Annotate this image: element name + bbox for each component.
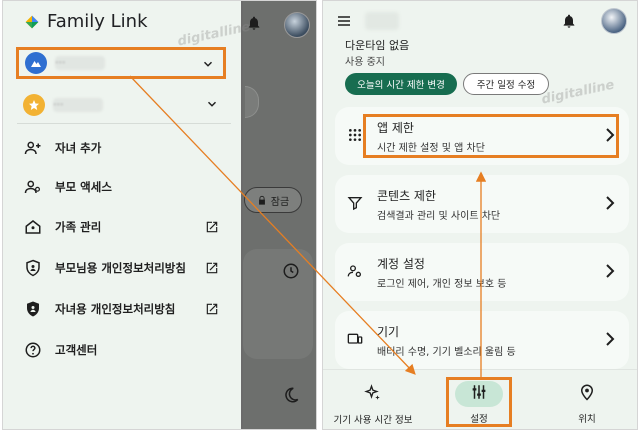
card-title: 기기 bbox=[377, 325, 400, 339]
card-subtitle: 로그인 제어, 개인 정보 보호 등 bbox=[377, 279, 507, 290]
chevron-right-icon bbox=[606, 264, 615, 278]
nav-tab-label: 위치 bbox=[578, 414, 596, 425]
clock-icon bbox=[283, 263, 299, 279]
account-switcher-child[interactable]: ··· bbox=[16, 47, 226, 79]
navigation-drawer: Family Link ··· ··· 자녀 추가 부모 액세스 가족 관리 부… bbox=[3, 1, 241, 429]
lock-icon bbox=[258, 195, 265, 205]
menu-item-label: 가족 관리 bbox=[55, 220, 102, 234]
menu-item-label: 자녀용 개인정보처리방침 bbox=[55, 302, 176, 316]
nav-tab-label: 기기 사용 시간 정보 bbox=[333, 415, 413, 426]
home-icon bbox=[23, 217, 43, 237]
menu-item-add-child[interactable]: 자녀 추가 bbox=[23, 136, 233, 160]
star-icon bbox=[29, 100, 39, 110]
divider bbox=[17, 123, 231, 124]
family-link-logo-icon bbox=[25, 15, 39, 28]
card-title: 콘텐츠 제한 bbox=[377, 189, 437, 203]
menu-icon[interactable] bbox=[335, 13, 353, 29]
shield-person-icon bbox=[23, 258, 43, 278]
settings-tab-highlight bbox=[446, 377, 512, 427]
card-account-settings[interactable]: 계정 설정 로그인 제어, 개인 정보 보호 등 bbox=[335, 243, 629, 301]
card-title: 계정 설정 bbox=[377, 257, 425, 271]
change-today-limit-button[interactable]: 오늘의 시간 제한 변경 bbox=[345, 73, 457, 95]
sparkle-icon bbox=[364, 384, 380, 400]
menu-item-parent-access[interactable]: 부모 액세스 bbox=[23, 175, 233, 199]
child-name bbox=[365, 12, 399, 30]
chevron-right-icon bbox=[606, 196, 615, 210]
card-subtitle: 배터리 수명, 기기 벨소리 울림 등 bbox=[377, 347, 516, 358]
menu-item-parent-privacy[interactable]: 부모님용 개인정보처리방침 bbox=[23, 256, 233, 280]
location-icon bbox=[580, 384, 594, 401]
chevron-down-icon[interactable] bbox=[205, 97, 219, 111]
brand-name: Family Link bbox=[47, 11, 148, 32]
apps-grid-icon bbox=[349, 129, 361, 141]
lock-label: 잠금 bbox=[270, 196, 290, 208]
bell-icon[interactable] bbox=[561, 12, 577, 30]
background-lock-chip: 잠금 bbox=[244, 187, 302, 213]
menu-item-label: 자녀 추가 bbox=[55, 141, 102, 155]
top-app-bar bbox=[323, 1, 637, 41]
right-screenshot: 다운타임 없음 사용 중지 오늘의 시간 제한 변경 주간 일정 수정 앱 제한… bbox=[322, 0, 638, 430]
device-icon bbox=[347, 333, 363, 344]
account-name: ··· bbox=[55, 56, 105, 70]
card-content-restrictions[interactable]: 콘텐츠 제한 검색결과 관리 및 사이트 차단 bbox=[335, 175, 629, 233]
chevron-down-icon[interactable] bbox=[201, 57, 215, 71]
filter-icon bbox=[347, 197, 363, 211]
mountain-icon bbox=[31, 61, 41, 67]
watermark: digitalline bbox=[540, 77, 616, 108]
shield-person-icon bbox=[23, 299, 43, 319]
chevron-right-icon bbox=[606, 332, 615, 346]
background-card bbox=[243, 249, 313, 359]
account-name: ··· bbox=[53, 98, 103, 112]
app-limits-highlight bbox=[363, 114, 619, 158]
left-screenshot: 잠금 Family Link ··· ··· 자녀 추가 부모 액세스 가족 관… bbox=[2, 0, 317, 430]
menu-item-help-center[interactable]: 고객센터 bbox=[23, 338, 233, 362]
menu-item-family-manage[interactable]: 가족 관리 bbox=[23, 215, 233, 239]
menu-item-child-privacy[interactable]: 자녀용 개인정보처리방침 bbox=[23, 297, 233, 321]
account-settings-icon bbox=[347, 265, 361, 277]
avatar bbox=[23, 94, 45, 116]
external-link-icon bbox=[206, 262, 218, 274]
external-link-icon bbox=[206, 303, 218, 315]
edit-weekly-schedule-button[interactable]: 주간 일정 수정 bbox=[463, 73, 549, 95]
moon-icon bbox=[285, 387, 299, 403]
external-link-icon bbox=[206, 221, 218, 233]
add-person-icon bbox=[23, 138, 43, 158]
card-subtitle: 검색결과 관리 및 사이트 차단 bbox=[377, 211, 501, 222]
avatar[interactable] bbox=[601, 8, 627, 34]
menu-item-label: 고객센터 bbox=[55, 343, 98, 357]
avatar bbox=[284, 12, 310, 38]
avatar bbox=[25, 52, 47, 74]
nav-tab-location[interactable]: 위치 bbox=[537, 383, 637, 425]
nav-tab-device-usage[interactable]: 기기 사용 시간 정보 bbox=[323, 384, 423, 426]
downtime-status: 사용 중지 bbox=[345, 57, 385, 68]
brand: Family Link bbox=[25, 11, 148, 32]
background-app-scrim bbox=[243, 1, 316, 429]
parent-access-icon bbox=[23, 177, 43, 197]
menu-item-label: 부모 액세스 bbox=[55, 180, 112, 194]
downtime-title: 다운타임 없음 bbox=[345, 39, 410, 52]
menu-item-label: 부모님용 개인정보처리방침 bbox=[55, 261, 186, 275]
account-switcher-parent[interactable]: ··· bbox=[17, 90, 227, 120]
card-device[interactable]: 기기 배터리 수명, 기기 벨소리 울림 등 bbox=[335, 311, 629, 369]
help-icon bbox=[23, 340, 43, 360]
